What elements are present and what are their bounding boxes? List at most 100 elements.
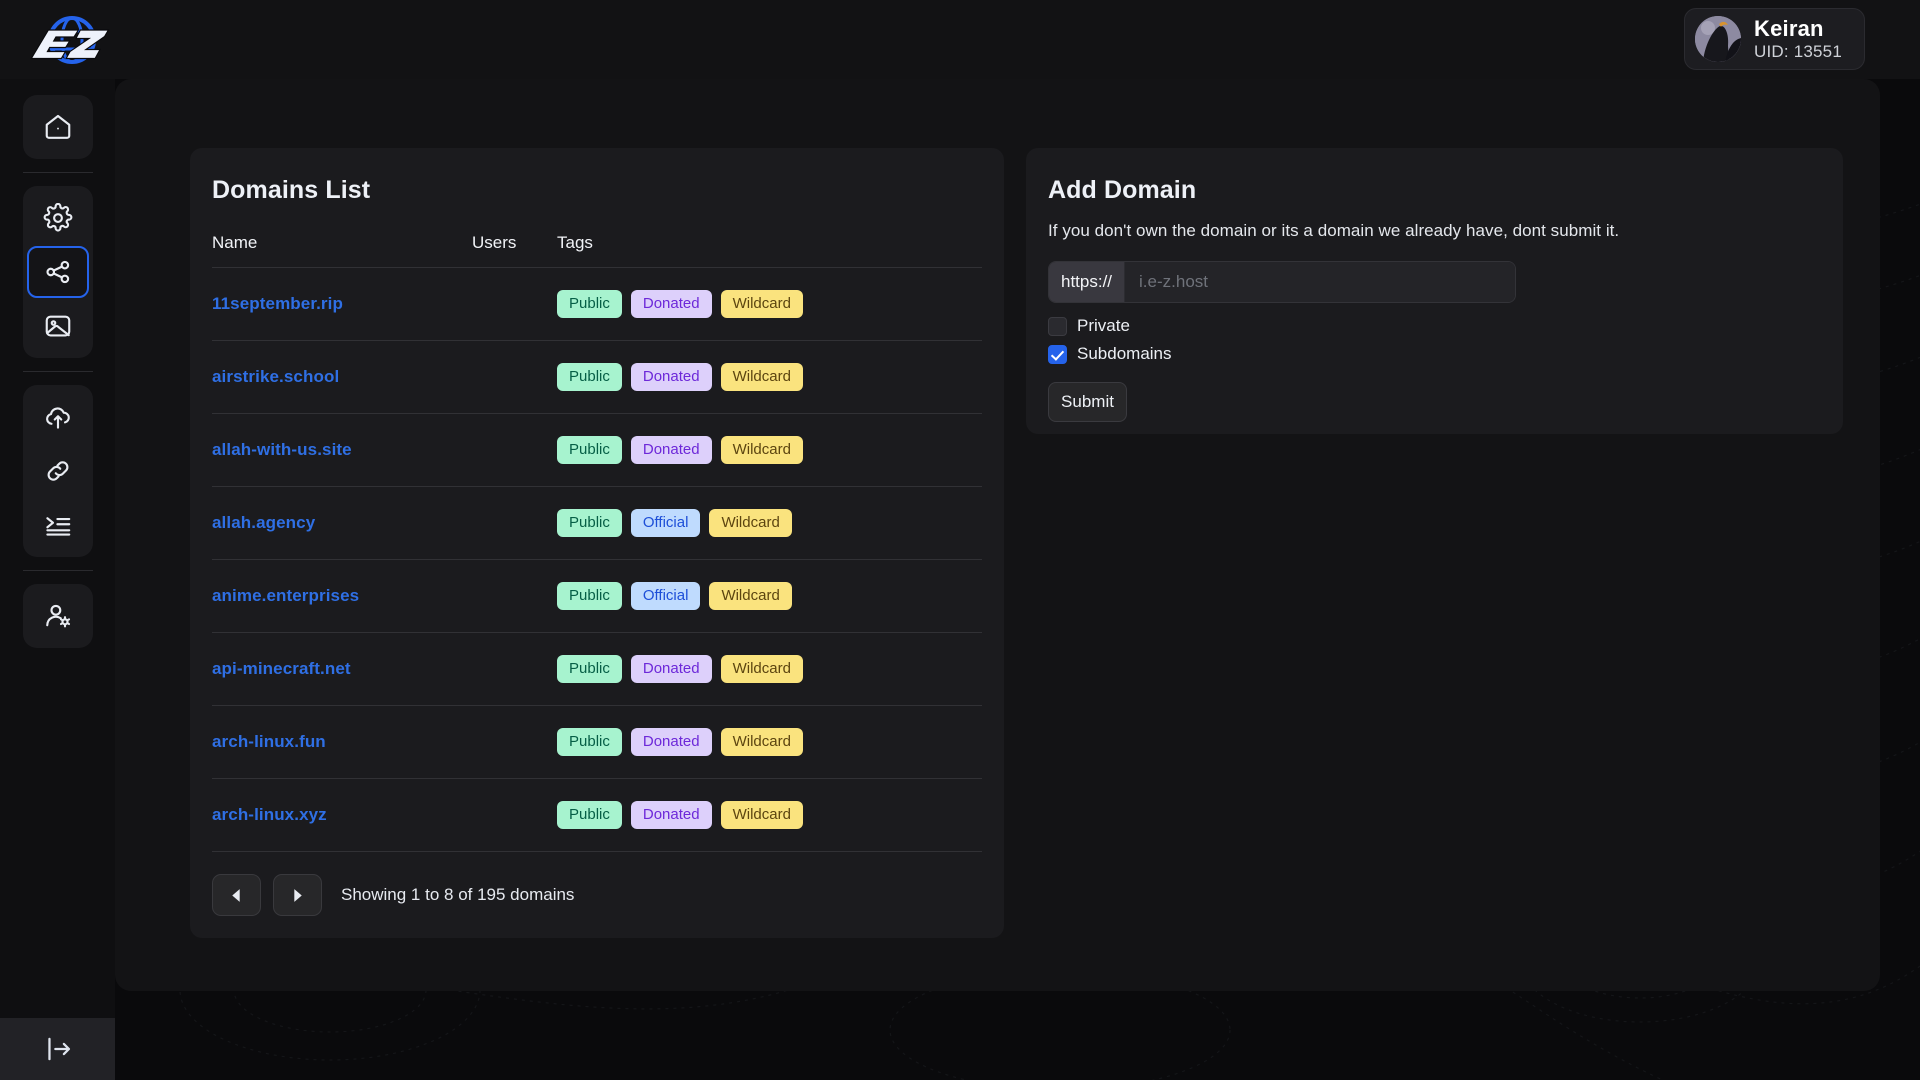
sidebar-item-gallery[interactable] [27, 300, 89, 352]
logout-button[interactable] [0, 1018, 115, 1080]
pagination-next-button[interactable] [273, 874, 322, 916]
nav-divider [22, 371, 93, 372]
cloud-upload-icon [45, 407, 70, 429]
main-content: Domains List Name Users Tags 11september… [190, 148, 1843, 938]
tag-list: Public Donated Wildcard [557, 654, 982, 684]
subdomains-checkbox-row[interactable]: Subdomains [1048, 344, 1821, 364]
table-row: arch-linux.fun Public Donated Wildcard [212, 706, 982, 779]
nav-divider [22, 570, 93, 571]
domain-link[interactable]: api-minecraft.net [212, 659, 351, 678]
tag-donated: Donated [630, 362, 712, 392]
domain-tags-cell: Public Donated Wildcard [557, 727, 982, 757]
terminal-icon [45, 517, 70, 536]
table-row: 11september.rip Public Donated Wildcard [212, 268, 982, 341]
domain-link[interactable]: arch-linux.fun [212, 732, 326, 751]
avatar [1695, 16, 1741, 62]
tag-public: Public [557, 800, 622, 830]
domain-tags-cell: Public Donated Wildcard [557, 289, 982, 319]
domain-name-cell: arch-linux.fun [212, 732, 472, 752]
gear-icon [43, 203, 72, 232]
domain-input-group: https:// [1048, 261, 1516, 303]
user-settings-icon [45, 604, 70, 628]
column-header-name: Name [212, 233, 258, 252]
column-header-tags: Tags [557, 233, 593, 252]
image-icon [45, 315, 70, 337]
table-row: anime.enterprises Public Official Wildcard [212, 560, 982, 633]
tag-donated: Donated [630, 800, 712, 830]
nav-group-account [22, 584, 93, 648]
share-icon [45, 260, 69, 284]
nav-group-tools [22, 385, 93, 557]
tag-wildcard: Wildcard [720, 435, 803, 465]
tag-list: Public Donated Wildcard [557, 800, 982, 830]
sidebar-item-home[interactable] [27, 101, 89, 153]
sidebar-item-settings[interactable] [27, 192, 89, 244]
domain-name-cell: 11september.rip [212, 294, 472, 314]
domain-tags-cell: Public Donated Wildcard [557, 654, 982, 684]
chevron-right-icon [294, 888, 302, 902]
tag-donated: Donated [630, 727, 712, 757]
sidebar-item-links[interactable] [27, 445, 89, 497]
nav-group-main [22, 95, 93, 159]
subdomains-checkbox[interactable] [1048, 344, 1067, 364]
pagination-status: Showing 1 to 8 of 195 domains [341, 885, 575, 904]
domains-table: Name Users Tags 11september.rip Public Don… [212, 233, 982, 852]
domain-name-cell: allah.agency [212, 513, 472, 533]
sidebar-item-upload[interactable] [27, 391, 89, 443]
pagination-prev-button[interactable] [212, 874, 261, 916]
tag-public: Public [557, 654, 622, 684]
private-checkbox[interactable] [1048, 316, 1067, 336]
domain-name-cell: airstrike.school [212, 367, 472, 387]
domain-tags-cell: Public Donated Wildcard [557, 362, 982, 392]
tag-wildcard: Wildcard [709, 581, 792, 611]
chevron-left-icon [232, 888, 240, 902]
tag-donated: Donated [630, 654, 712, 684]
private-checkbox-row[interactable]: Private [1048, 316, 1821, 336]
add-domain-title: Add Domain [1048, 176, 1197, 204]
user-profile[interactable]: Keiran UID: 13551 [1684, 8, 1865, 70]
submit-button[interactable]: Submit [1048, 382, 1127, 422]
domain-name-cell: allah-with-us.site [212, 440, 472, 460]
tag-official: Official [630, 581, 701, 611]
table-row: arch-linux.xyz Public Donated Wildcard [212, 779, 982, 852]
table-row: airstrike.school Public Donated Wildcard [212, 341, 982, 414]
profile-uid: UID: 13551 [1754, 41, 1842, 61]
private-checkbox-label: Private [1077, 316, 1130, 335]
brand-logo[interactable] [24, 13, 120, 67]
domain-link[interactable]: arch-linux.xyz [212, 805, 327, 824]
tag-public: Public [557, 289, 622, 319]
column-header-users: Users [472, 233, 517, 252]
domain-link[interactable]: anime.enterprises [212, 586, 359, 605]
nav-divider [22, 172, 93, 173]
domain-tags-cell: Public Donated Wildcard [557, 435, 982, 465]
page-title: Domains List [212, 176, 371, 204]
table-row: allah.agency Public Official Wildcard [212, 487, 982, 560]
tag-wildcard: Wildcard [720, 289, 803, 319]
domain-input[interactable] [1125, 262, 1515, 302]
tag-public: Public [557, 362, 622, 392]
domain-link[interactable]: 11september.rip [212, 294, 343, 313]
tag-wildcard: Wildcard [709, 508, 792, 538]
app-root: Keiran UID: 13551 Domains List Name User… [0, 0, 1920, 1080]
add-domain-helper-text: If you don't own the domain or its a dom… [1048, 221, 1620, 240]
domain-link[interactable]: allah.agency [212, 513, 315, 532]
sidebar-item-domains[interactable] [26, 246, 89, 298]
home-icon [45, 114, 70, 139]
tag-list: Public Official Wildcard [557, 508, 982, 538]
top-bar: Keiran UID: 13551 [0, 0, 1920, 79]
tag-donated: Donated [630, 435, 712, 465]
sidebar-item-pastes[interactable] [27, 499, 89, 551]
avatar-image [1695, 16, 1741, 62]
domain-tags-cell: Public Donated Wildcard [557, 800, 982, 830]
domain-link[interactable]: airstrike.school [212, 367, 339, 386]
link-icon [47, 461, 68, 481]
domain-link[interactable]: allah-with-us.site [212, 440, 352, 459]
tag-wildcard: Wildcard [720, 362, 803, 392]
tag-public: Public [557, 581, 622, 611]
domains-list-card: Domains List Name Users Tags 11september… [190, 148, 1004, 938]
globe-icon [30, 16, 110, 64]
sidebar-item-account[interactable] [27, 590, 89, 642]
domain-name-cell: anime.enterprises [212, 586, 472, 606]
tag-list: Public Donated Wildcard [557, 435, 982, 465]
table-row: allah-with-us.site Public Donated Wildcard [212, 414, 982, 487]
